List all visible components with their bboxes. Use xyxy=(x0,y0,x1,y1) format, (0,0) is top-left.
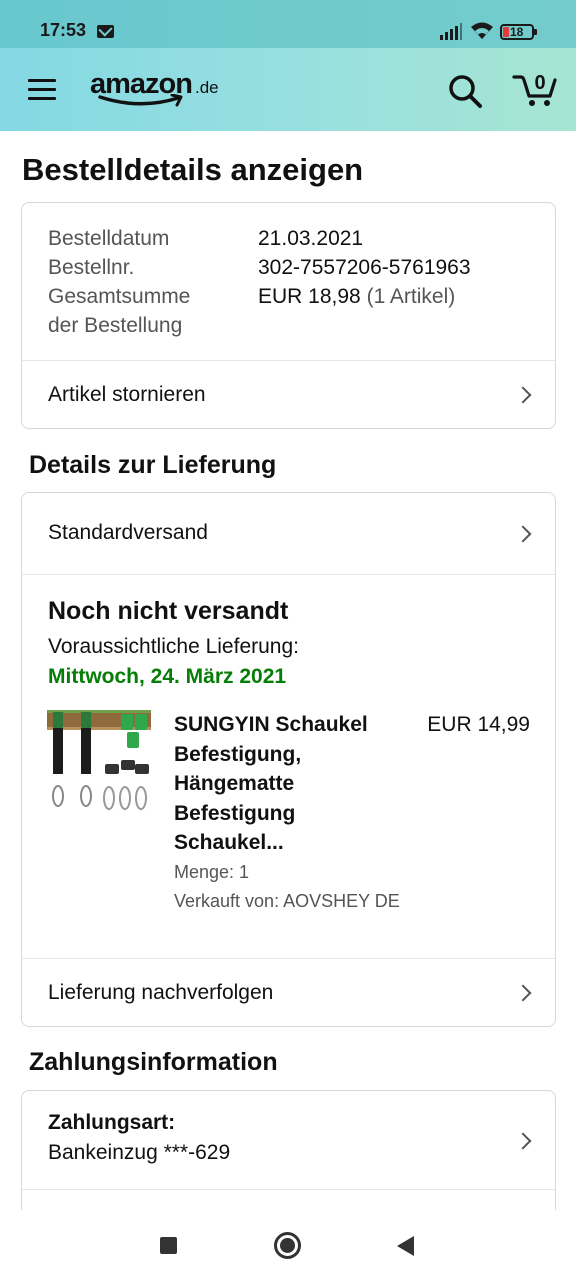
payment-card: Zahlungsart: Bankeinzug ***-629 xyxy=(21,1090,556,1230)
order-total-label: Gesamtsumme xyxy=(48,285,191,308)
cart-button[interactable]: 0 xyxy=(512,68,558,108)
shipping-method-label: Standardversand xyxy=(48,521,208,544)
menu-icon[interactable] xyxy=(28,79,56,101)
order-total-amount: EUR 18,98 xyxy=(258,285,361,308)
payment-method-label: Zahlungsart: xyxy=(48,1111,176,1134)
status-bar: 17:53 18 xyxy=(0,0,576,48)
payment-method-value: Bankeinzug ***-629 xyxy=(48,1141,231,1164)
cancel-items-label: Artikel stornieren xyxy=(48,383,206,406)
amazon-logo[interactable]: amazon .de xyxy=(90,68,220,108)
wifi-icon xyxy=(471,22,493,39)
order-number-label: Bestellnr. xyxy=(48,256,135,279)
product-image[interactable] xyxy=(47,710,151,814)
status-time: 17:53 xyxy=(40,20,87,40)
chevron-right-icon xyxy=(514,525,532,543)
shipment-block: Noch nicht versandt Voraussichtliche Lie… xyxy=(22,574,555,958)
track-delivery-row[interactable]: Lieferung nachverfolgen xyxy=(22,958,555,1027)
track-delivery-label: Lieferung nachverfolgen xyxy=(48,981,274,1004)
cancel-items-row[interactable]: Artikel stornieren xyxy=(22,360,555,429)
order-date-value: 21.03.2021 xyxy=(258,227,364,250)
order-total-label-line2: der Bestellung xyxy=(48,314,183,337)
chevron-right-icon xyxy=(514,984,532,1002)
shipping-method-row[interactable]: Standardversand xyxy=(22,493,555,574)
search-icon[interactable] xyxy=(446,72,484,110)
signal-icon xyxy=(440,23,462,40)
order-item-count: (1 Artikel) xyxy=(366,285,456,308)
delivery-section-title: Details zur Lieferung xyxy=(29,451,277,479)
payment-section-title: Zahlungsinformation xyxy=(29,1048,278,1076)
product-price: EUR 14,99 xyxy=(427,713,530,736)
payment-method-row[interactable]: Zahlungsart: Bankeinzug ***-629 xyxy=(22,1091,555,1189)
battery-level: 18 xyxy=(510,25,524,39)
product-seller: Verkauft von: AOVSHEY DE xyxy=(174,891,400,911)
order-summary-card: Bestelldatum 21.03.2021 Bestellnr. 302-7… xyxy=(21,202,556,429)
system-nav-bar xyxy=(0,1210,576,1280)
home-icon[interactable] xyxy=(274,1232,301,1259)
recent-apps-icon[interactable] xyxy=(160,1237,177,1254)
order-number-value: 302-7557206-5761963 xyxy=(258,256,471,279)
product-title[interactable]: SUNGYIN Schaukel Befestigung, Hängematte… xyxy=(174,710,394,858)
expected-delivery-date: Mittwoch, 24. März 2021 xyxy=(48,665,287,688)
logo-tld: .de xyxy=(195,78,219,97)
expected-delivery-label: Voraussichtliche Lieferung: xyxy=(48,635,299,658)
product-quantity: Menge: 1 xyxy=(174,862,250,882)
chevron-right-icon xyxy=(514,386,532,404)
delivery-card: Standardversand Noch nicht versandt Vora… xyxy=(21,492,556,1027)
logo-smile-icon xyxy=(98,94,183,107)
order-total-value: EUR 18,98 (1 Artikel) xyxy=(258,282,455,311)
mail-icon xyxy=(97,25,114,38)
shipment-status: Noch nicht versandt xyxy=(48,597,289,625)
order-date-label: Bestelldatum xyxy=(48,227,170,250)
battery-icon: 18 xyxy=(500,24,537,40)
page-title: Bestelldetails anzeigen xyxy=(22,152,364,187)
chevron-right-icon xyxy=(514,1132,532,1150)
back-icon[interactable] xyxy=(397,1236,414,1256)
cart-count: 0 xyxy=(534,72,546,94)
